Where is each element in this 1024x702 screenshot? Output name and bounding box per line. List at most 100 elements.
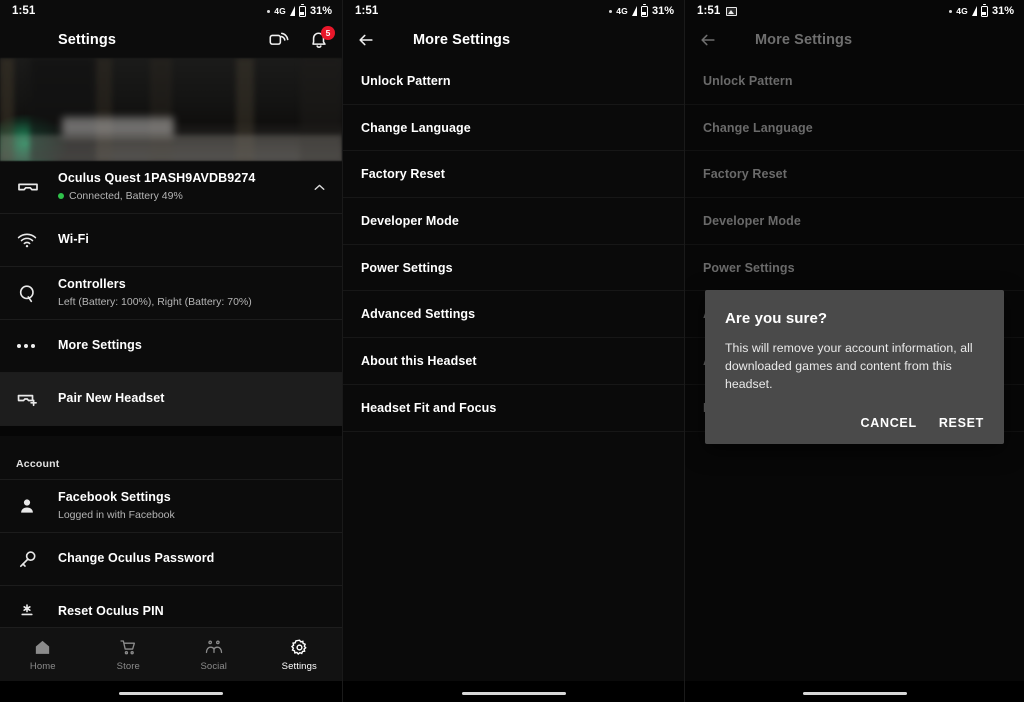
nav-label-settings: Settings (282, 661, 317, 672)
hero-blurred-label (62, 117, 174, 137)
reset-pin-row-text: Reset Oculus PIN (46, 604, 328, 620)
menu-item-change-language-dimmed: Change Language (685, 105, 1024, 152)
menu-item-unlock-pattern[interactable]: Unlock Pattern (343, 58, 684, 105)
settings-row-pair-new-headset[interactable]: Pair New Headset (0, 373, 342, 426)
connected-status-dot (58, 193, 64, 199)
headset-hero-image (0, 58, 342, 161)
settings-row-more-settings[interactable]: More Settings (0, 320, 342, 373)
page-title-3: More Settings (755, 32, 852, 48)
reset-button[interactable]: RESET (939, 416, 984, 430)
account-section-header: Account (0, 436, 342, 480)
battery-percent-label-2: 31% (652, 5, 674, 17)
panel-reset-confirmation: 1:51 4G 31% More Settings Unlock Pattern… (684, 0, 1024, 702)
wifi-row-text: Wi-Fi (46, 232, 328, 248)
controllers-battery-status: Left (Battery: 100%), Right (Battery: 70… (58, 296, 328, 309)
more-settings-row-text: More Settings (46, 338, 328, 354)
page-title: Settings (58, 32, 116, 48)
home-indicator-panel2[interactable] (462, 692, 566, 696)
signal-icon (290, 6, 295, 16)
status-time-3: 1:51 (697, 5, 720, 17)
back-arrow-icon[interactable] (355, 29, 377, 51)
screenshot-icon (726, 7, 737, 16)
status-bar-left-2: 1:51 (355, 5, 378, 17)
settings-row-change-password[interactable]: Change Oculus Password (0, 533, 342, 586)
notification-badge-count: 5 (321, 26, 335, 40)
controllers-label: Controllers (58, 277, 328, 293)
battery-percent-label-3: 31% (992, 5, 1014, 17)
device-row-text: Oculus Quest 1PASH9AVDB9274 Connected, B… (46, 171, 311, 202)
status-dot-icon (949, 10, 952, 13)
status-time: 1:51 (12, 5, 35, 17)
bottom-navigation-bar: Home Store (0, 627, 342, 681)
cast-icon[interactable] (268, 29, 290, 51)
menu-item-change-language[interactable]: Change Language (343, 105, 684, 152)
nav-label-home: Home (30, 661, 56, 672)
social-icon (204, 638, 224, 657)
more-dots-icon (16, 344, 46, 348)
status-bar-right: 4G 31% (267, 5, 332, 17)
dialog-message: This will remove your account informatio… (725, 339, 986, 394)
panel-more-settings: 1:51 4G 31% More Settings Unlock Pattern… (342, 0, 684, 702)
home-indicator-panel1[interactable] (119, 692, 223, 696)
signal-icon (972, 6, 977, 16)
menu-item-factory-reset[interactable]: Factory Reset (343, 151, 684, 198)
dialog-title: Are you sure? (725, 310, 986, 327)
panel-settings-home: 1:51 4G 31% Settings (0, 0, 342, 702)
app-bar-actions: 5 (268, 22, 330, 58)
settings-row-wifi[interactable]: Wi-Fi (0, 214, 342, 267)
settings-row-controllers[interactable]: Controllers Left (Battery: 100%), Right … (0, 267, 342, 320)
settings-row-facebook-settings[interactable]: Facebook Settings Logged in with Faceboo… (0, 480, 342, 533)
home-indicator-panel3[interactable] (803, 692, 907, 696)
dialog-actions: CANCEL RESET (725, 416, 986, 436)
person-icon (16, 495, 46, 517)
home-icon (33, 638, 52, 657)
app-bar-panel1: Settings 5 (0, 22, 342, 58)
status-bar-panel3: 1:51 4G 31% (685, 0, 1024, 22)
facebook-settings-row-text: Facebook Settings Logged in with Faceboo… (46, 490, 328, 521)
menu-item-about-this-headset[interactable]: About this Headset (343, 338, 684, 385)
battery-icon (299, 6, 306, 17)
notifications-bell-icon[interactable]: 5 (308, 29, 330, 51)
status-dot-icon (267, 10, 270, 13)
headset-icon (16, 175, 46, 199)
change-password-label: Change Oculus Password (58, 551, 328, 567)
chevron-up-icon[interactable] (311, 179, 328, 196)
wifi-icon (16, 229, 46, 251)
menu-item-advanced-settings[interactable]: Advanced Settings (343, 291, 684, 338)
menu-item-unlock-pattern-dimmed: Unlock Pattern (685, 58, 1024, 105)
more-settings-list: Unlock Pattern Change Language Factory R… (343, 58, 684, 432)
battery-icon (641, 6, 648, 17)
status-bar-right-2: 4G 31% (609, 5, 674, 17)
gear-icon (290, 638, 309, 657)
status-time-2: 1:51 (355, 5, 378, 17)
cart-icon (119, 638, 138, 657)
nav-item-home[interactable]: Home (0, 638, 86, 672)
status-bar-panel1: 1:51 4G 31% (0, 0, 342, 22)
status-bar-left-3: 1:51 (697, 5, 737, 17)
reset-confirmation-dialog: Are you sure? This will remove your acco… (705, 290, 1004, 444)
device-row-oculus-quest[interactable]: Oculus Quest 1PASH9AVDB9274 Connected, B… (0, 161, 342, 214)
change-password-row-text: Change Oculus Password (46, 551, 328, 567)
network-type-label-2: 4G (616, 6, 628, 16)
status-bar-left: 1:51 (12, 5, 35, 17)
menu-item-headset-fit-and-focus[interactable]: Headset Fit and Focus (343, 385, 684, 432)
signal-icon (632, 6, 637, 16)
pair-new-headset-label: Pair New Headset (58, 391, 328, 407)
nav-item-store[interactable]: Store (86, 638, 172, 672)
nav-item-social[interactable]: Social (171, 638, 257, 672)
nav-item-settings[interactable]: Settings (257, 638, 343, 672)
back-arrow-icon[interactable] (697, 29, 719, 51)
network-type-label-3: 4G (956, 6, 968, 16)
wifi-label: Wi-Fi (58, 232, 328, 248)
battery-icon (981, 6, 988, 17)
menu-item-developer-mode[interactable]: Developer Mode (343, 198, 684, 245)
controller-icon (16, 282, 46, 305)
section-gap (0, 426, 342, 436)
device-status: Connected, Battery 49% (58, 190, 311, 203)
menu-item-power-settings-dimmed: Power Settings (685, 245, 1024, 292)
key-icon (16, 548, 46, 571)
app-bar-panel2: More Settings (343, 22, 684, 58)
cancel-button[interactable]: CANCEL (861, 416, 917, 430)
menu-item-power-settings[interactable]: Power Settings (343, 245, 684, 292)
battery-percent-label: 31% (310, 5, 332, 17)
